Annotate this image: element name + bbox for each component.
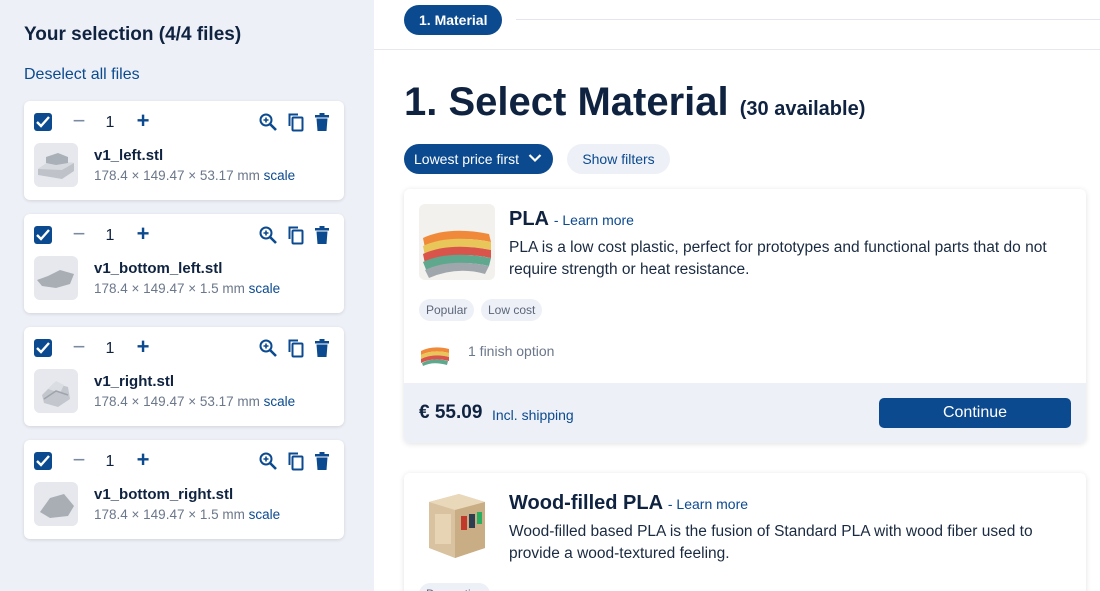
file-name: v1_left.stl (94, 147, 164, 164)
learn-more-link[interactable]: - Learn more (554, 212, 634, 228)
file-name: v1_bottom_right.stl (94, 486, 234, 503)
quantity-increase-button[interactable]: + (134, 110, 152, 132)
quantity-decrease-button[interactable]: − (70, 336, 88, 359)
material-description: Wood-filled based PLA is the fusion of S… (509, 523, 1033, 562)
material-name: Wood-filled PLA - Learn more (509, 492, 749, 514)
quantity-value: 1 (105, 340, 115, 357)
scale-link[interactable]: scale (249, 281, 281, 296)
quantity-increase-button[interactable]: + (134, 449, 152, 471)
sort-label: Lowest price first (414, 151, 520, 167)
delete-icon[interactable] (312, 225, 332, 245)
material-description: PLA is a low cost plastic, perfect for p… (509, 239, 1047, 278)
quantity-value: 1 (105, 114, 115, 131)
model-thumbnail (34, 369, 78, 413)
file-dimensions: 178.4 × 149.47 × 53.17 mm scale (94, 394, 296, 409)
model-thumbnail (34, 256, 78, 300)
scale-link[interactable]: scale (264, 168, 296, 183)
selection-sidebar: Your selection (4/4 files) Deselect all … (0, 0, 374, 591)
material-image (419, 204, 495, 280)
material-card-pla[interactable]: PLA - Learn more PLA is a low cost plast… (404, 189, 1086, 443)
chevron-down-icon (528, 154, 542, 163)
file-card: − 1 + v1_bottom_right.stl 178.4 × 149.47… (24, 440, 344, 539)
tag-badge: Decorative (419, 583, 491, 591)
file-name: v1_right.stl (94, 373, 175, 390)
header-divider (374, 49, 1100, 50)
zoom-icon[interactable] (258, 225, 278, 245)
available-count: (30 available) (739, 98, 866, 120)
delete-icon[interactable] (312, 451, 332, 471)
continue-button[interactable]: Continue (879, 398, 1071, 428)
quantity-decrease-button[interactable]: − (70, 110, 88, 133)
quantity-increase-button[interactable]: + (134, 223, 152, 245)
file-card: − 1 + v1_bottom_left.stl 178.4 × 149.47 … (24, 214, 344, 313)
selection-title: Your selection (4/4 files) (24, 24, 242, 45)
finish-options-text: 1 finish option (468, 343, 555, 359)
file-card: − 1 + v1_right.stl 178.4 × 149.47 × 53.1… (24, 327, 344, 426)
zoom-icon[interactable] (258, 451, 278, 471)
deselect-all-link[interactable]: Deselect all files (24, 66, 140, 84)
file-checkbox[interactable] (34, 113, 52, 131)
material-name: PLA - Learn more (509, 208, 634, 230)
file-dimensions: 178.4 × 149.47 × 53.17 mm scale (94, 168, 296, 183)
file-dimensions: 178.4 × 149.47 × 1.5 mm scale (94, 507, 281, 522)
finish-swatch-icon (419, 339, 451, 367)
learn-more-link[interactable]: - Learn more (668, 496, 748, 512)
quantity-increase-button[interactable]: + (134, 336, 152, 358)
quantity-value: 1 (105, 453, 115, 470)
model-thumbnail (34, 482, 78, 526)
file-checkbox[interactable] (34, 452, 52, 470)
tag-badge: Popular (419, 299, 475, 321)
scale-link[interactable]: scale (264, 394, 296, 409)
file-card: − 1 + v1_left.stl 178.4 × 149.47 × 53.17… (24, 101, 344, 200)
material-price: € 55.09 (419, 402, 483, 423)
material-footer: € 55.09 Incl. shipping Continue (404, 383, 1086, 443)
file-name: v1_bottom_left.stl (94, 260, 223, 277)
show-filters-button[interactable]: Show filters (567, 144, 670, 174)
delete-icon[interactable] (312, 338, 332, 358)
price-note: Incl. shipping (492, 407, 574, 423)
duplicate-icon[interactable] (286, 112, 306, 132)
duplicate-icon[interactable] (286, 338, 306, 358)
step-progress-line (516, 19, 1100, 20)
file-checkbox[interactable] (34, 226, 52, 244)
duplicate-icon[interactable] (286, 451, 306, 471)
quantity-value: 1 (105, 227, 115, 244)
material-card-wood-filled-pla[interactable]: Wood-filled PLA - Learn more Wood-filled… (404, 473, 1086, 591)
quantity-decrease-button[interactable]: − (70, 449, 88, 472)
file-checkbox[interactable] (34, 339, 52, 357)
page-title: 1. Select Material (30 available) (404, 80, 866, 124)
scale-link[interactable]: scale (249, 507, 281, 522)
material-image (419, 488, 495, 564)
tag-badge: Low cost (481, 299, 543, 321)
step-indicator-material[interactable]: 1. Material (404, 5, 503, 35)
zoom-icon[interactable] (258, 112, 278, 132)
quantity-decrease-button[interactable]: − (70, 223, 88, 246)
model-thumbnail (34, 143, 78, 187)
file-dimensions: 178.4 × 149.47 × 1.5 mm scale (94, 281, 281, 296)
duplicate-icon[interactable] (286, 225, 306, 245)
zoom-icon[interactable] (258, 338, 278, 358)
delete-icon[interactable] (312, 112, 332, 132)
main-content: 1. Material 1. Select Material (30 avail… (374, 0, 1100, 591)
sort-dropdown[interactable]: Lowest price first (404, 144, 553, 174)
